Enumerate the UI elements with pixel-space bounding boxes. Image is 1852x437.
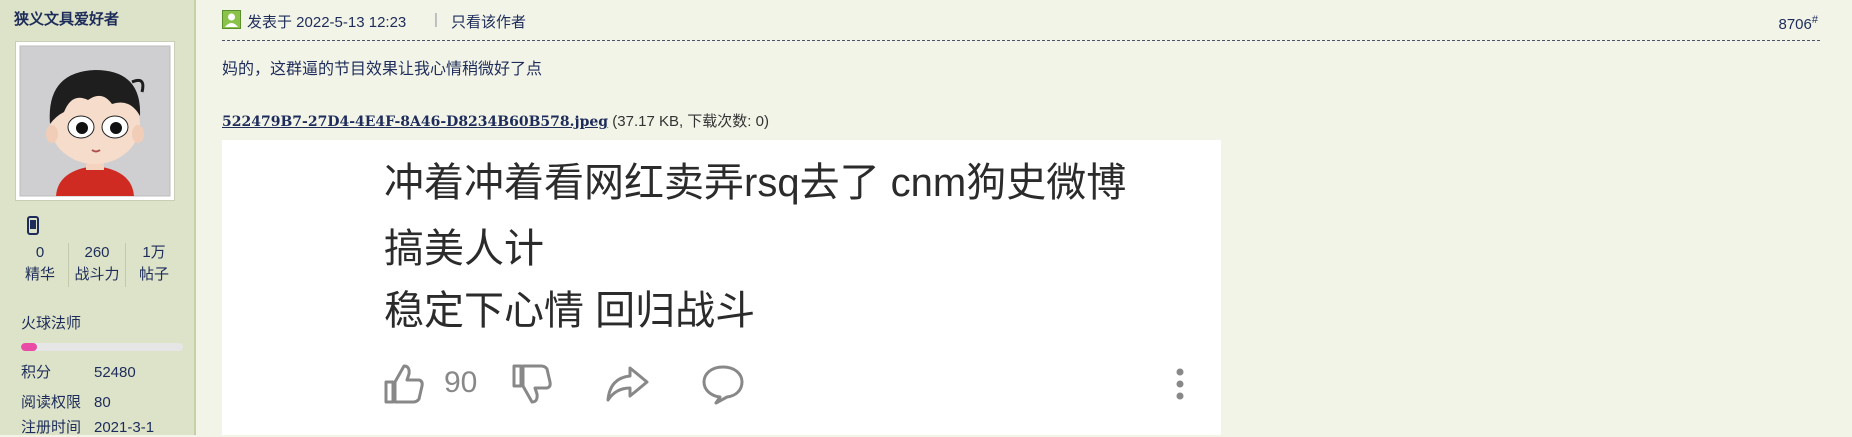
floor-mark: # [1811,14,1818,26]
mobile-device-icon [27,216,39,235]
info-key: 注册时间 [21,419,82,436]
info-key: 阅读权限 [21,394,82,411]
info-row-points: 积分 52480 [21,361,136,382]
comment-icon [702,365,744,405]
info-value: 52480 [94,364,136,381]
attachment-details: (37.17 KB, 下载次数: 0) [612,113,769,130]
rank-progress-bar [21,343,183,351]
floor-number[interactable]: 8706# [1779,14,1819,33]
attached-image[interactable]: 冲着冲着看网红卖弄rsq去了 cnm狗史微博 搞美人计 稳定下心情 回归战斗 9… [222,140,1221,435]
stat-label: 战斗力 [74,266,120,283]
rank-title[interactable]: 火球法师 [21,312,81,333]
stat-value: 260 [84,244,110,261]
share-icon [606,366,649,402]
image-text-line: 稳定下心情 回归战斗 [384,289,756,333]
separator: | [434,11,438,28]
attachment: 522479B7-27D4-4E4F-8A46-D8234B60B578.jpe… [222,110,769,131]
user-stats: 0 精华 260 战斗力 1万 帖子 [12,243,182,287]
thumbs-up-icon [384,364,424,404]
info-value: 80 [94,394,111,411]
more-icon [1176,368,1184,400]
user-panel: 狭义文具爱好者 0 精华 260 战斗力 1万 帖子 火球法师 积分 52480… [0,0,196,437]
stat-value: 0 [35,244,45,261]
avatar-image [19,45,171,197]
image-action-bar: 90 [382,362,1202,410]
stat-digest[interactable]: 0 精华 [12,243,69,287]
post-content: 妈的，这群逼的节目效果让我心情稍微好了点 [222,61,543,78]
stat-posts[interactable]: 1万 帖子 [126,243,182,287]
stat-combat-power[interactable]: 260 战斗力 [69,243,126,287]
post-header: 发表于 2022-5-13 12:23 | 只看该作者 8706# [222,8,1820,41]
username[interactable]: 狭义文具爱好者 [14,8,119,29]
info-row-register-date: 注册时间 2021-3-1 [21,416,154,437]
image-text-line: 搞美人计 [384,227,544,271]
rank-progress-fill [21,343,38,351]
info-key: 积分 [21,364,52,381]
info-value: 2021-3-1 [94,419,155,436]
only-author-link[interactable]: 只看该作者 [451,11,526,32]
stat-label: 帖子 [138,266,169,283]
attachment-link[interactable]: 522479B7-27D4-4E4F-8A46-D8234B60B578.jpe… [222,114,608,130]
floor-value: 8706 [1778,16,1812,33]
post-timestamp: 发表于 2022-5-13 12:23 [247,14,407,31]
image-text-line: 冲着冲着看网红卖弄rsq去了 cnm狗史微博 [384,161,1127,205]
info-row-read-permission: 阅读权限 80 [21,391,111,412]
stat-label: 精华 [24,266,55,283]
online-user-icon [222,10,241,29]
thumbs-down-icon [512,364,552,404]
avatar[interactable] [15,41,175,201]
stat-value: 1万 [142,244,166,261]
like-count: 90 [444,366,478,399]
